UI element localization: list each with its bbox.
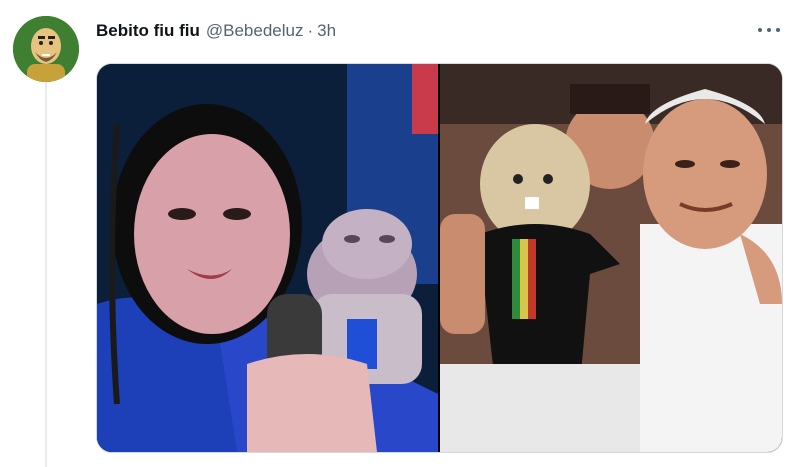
- more-dot: [776, 28, 780, 32]
- politician-with-doll-image: [440, 64, 782, 452]
- media-photo-right[interactable]: [440, 64, 782, 452]
- thread-line: [45, 82, 47, 467]
- display-name[interactable]: Bebito fiu fiu: [96, 21, 200, 41]
- separator-dot: ·: [307, 21, 314, 40]
- singer-with-plush-image: [97, 64, 438, 452]
- user-handle[interactable]: @Bebedeluz: [206, 21, 304, 41]
- more-options-button[interactable]: [758, 20, 780, 40]
- timestamp[interactable]: 3h: [317, 21, 336, 41]
- more-dot: [758, 28, 762, 32]
- media-photo-left[interactable]: [97, 64, 438, 452]
- more-dot: [767, 28, 771, 32]
- bald-man-avatar-icon: [13, 16, 79, 82]
- avatar[interactable]: [13, 16, 79, 82]
- media-grid: [96, 63, 783, 453]
- tweet-header: Bebito fiu fiu @Bebedeluz · 3h: [96, 20, 336, 42]
